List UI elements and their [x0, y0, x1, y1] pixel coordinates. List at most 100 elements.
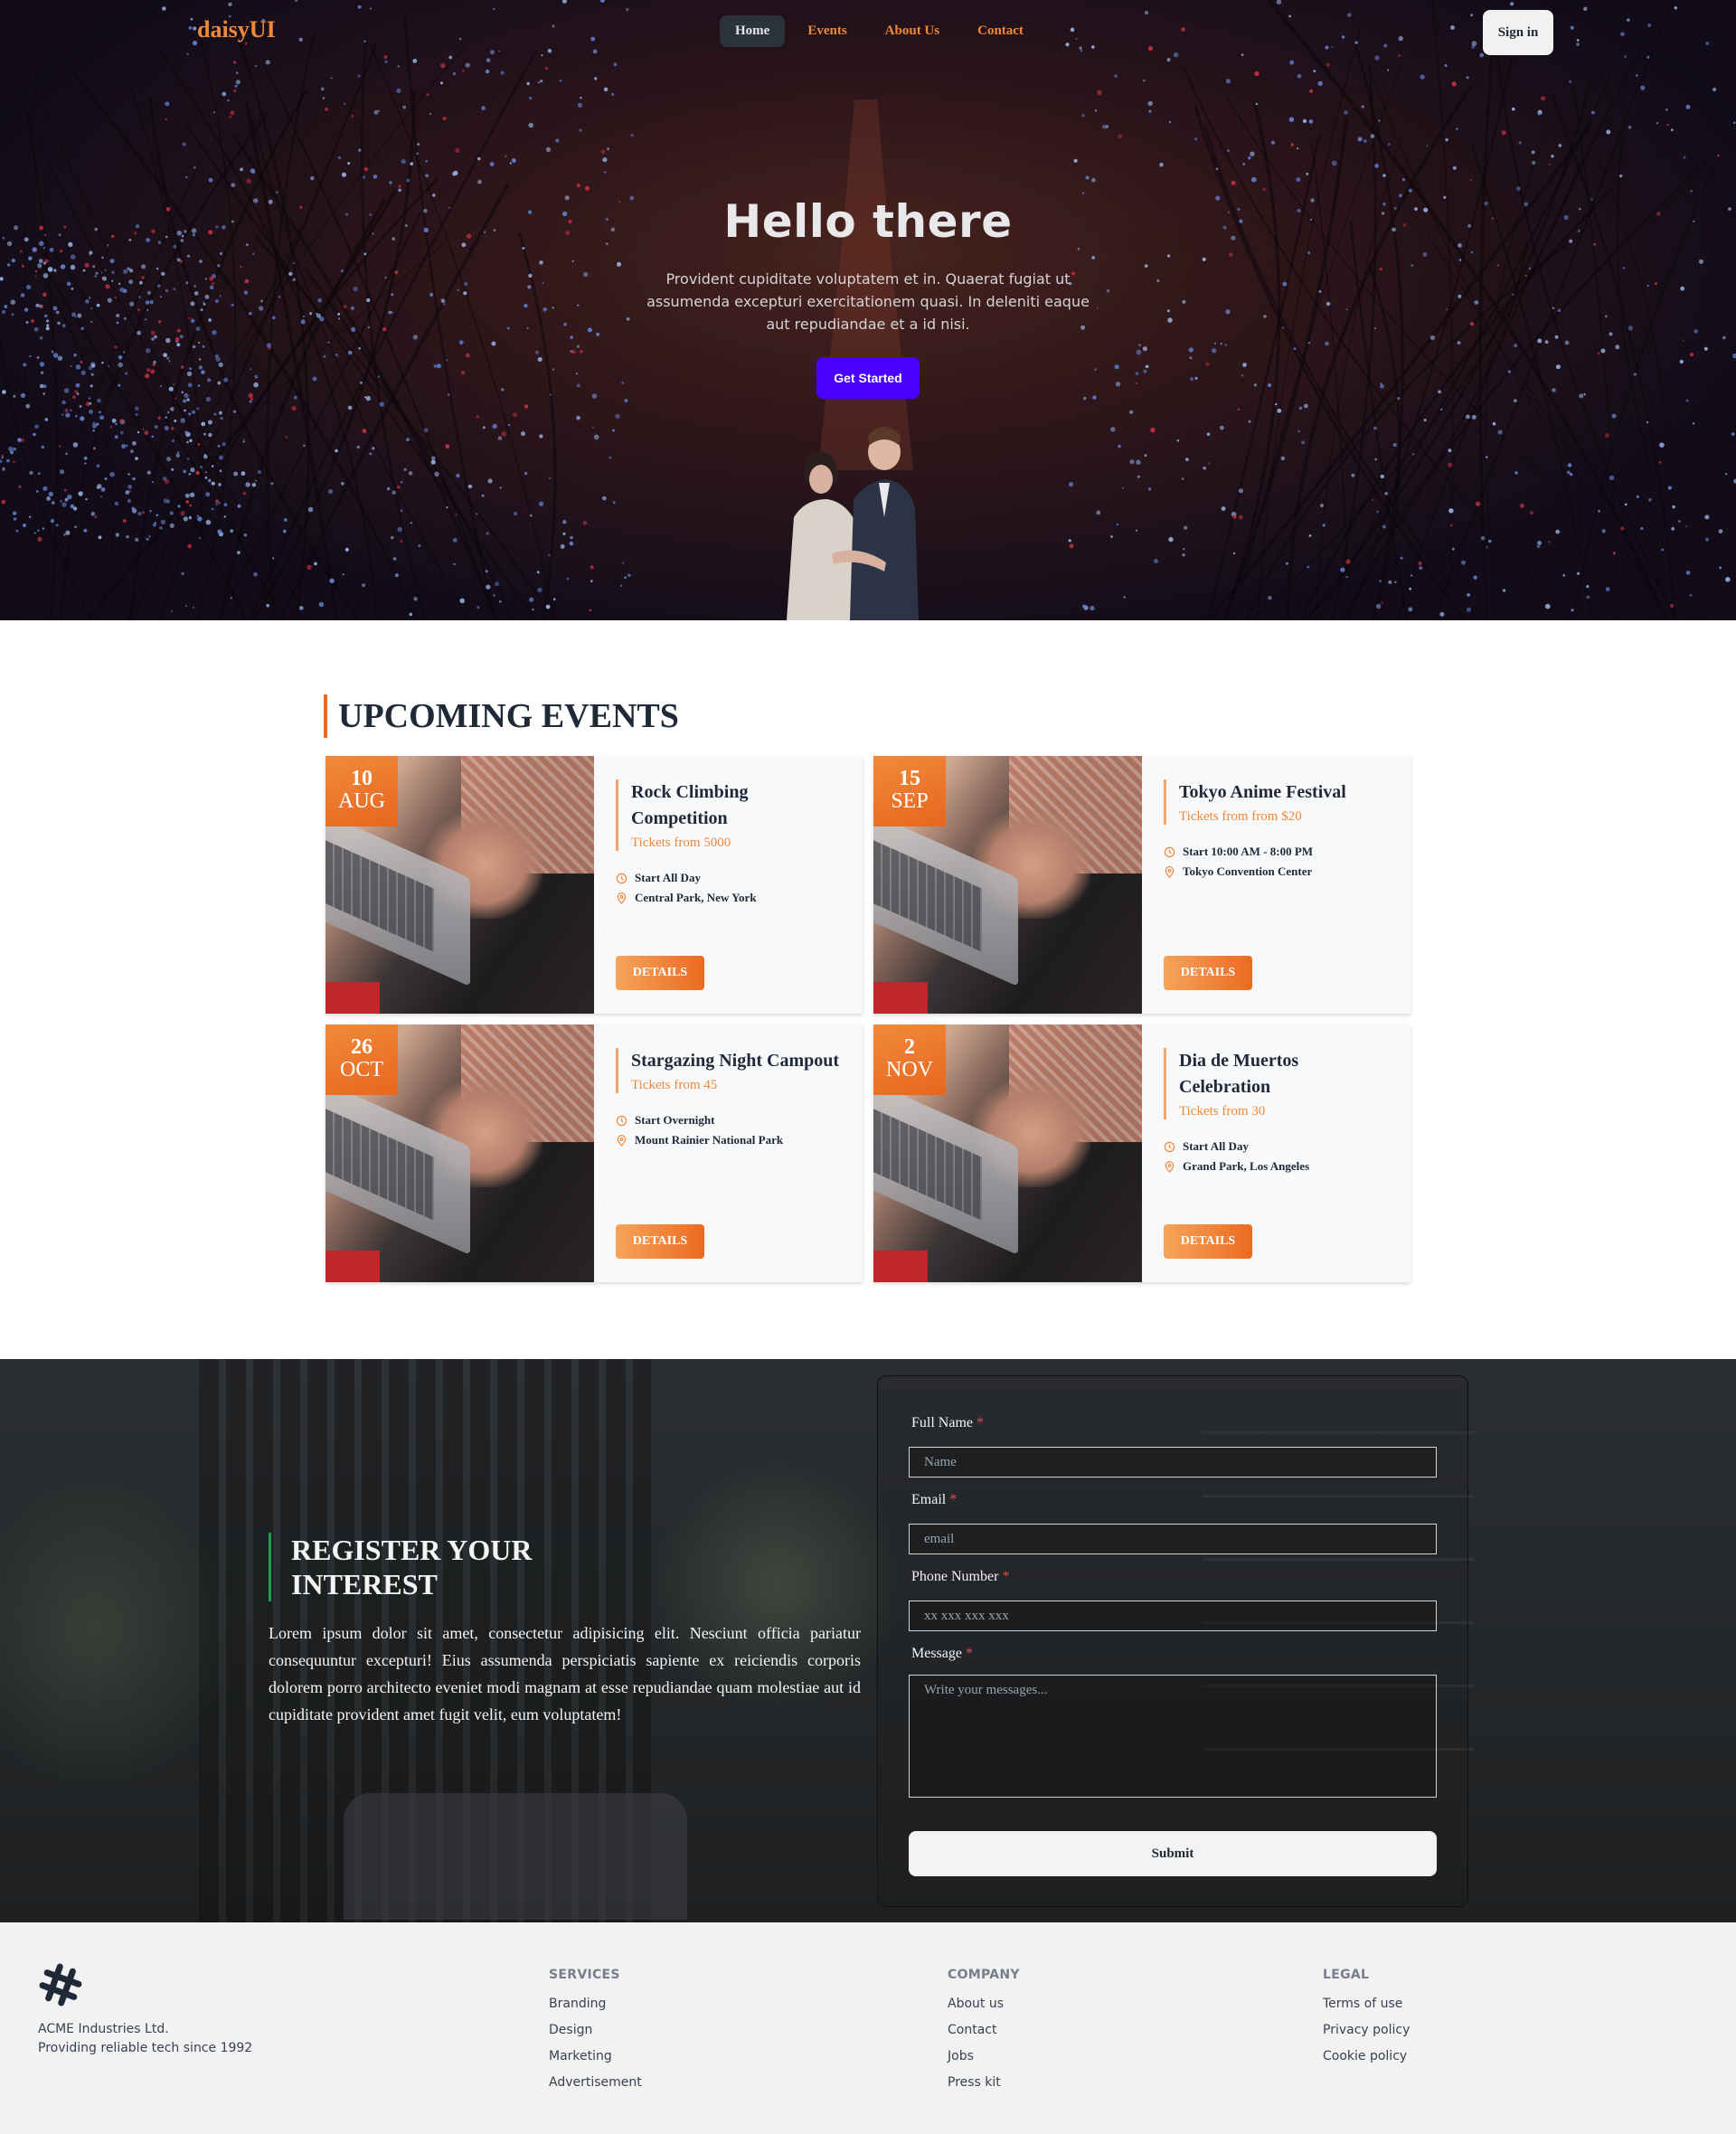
event-month: SEP	[891, 789, 929, 813]
event-location: Mount Rainier National Park	[635, 1133, 784, 1147]
footer-company-title: COMPANY	[948, 1968, 1020, 1982]
event-card: 2 NOV Dia de Muertos Celebration Tickets…	[873, 1025, 1410, 1282]
full-name-input[interactable]	[909, 1447, 1437, 1478]
nav-home-link[interactable]: Home	[720, 15, 786, 47]
nav-contact-link[interactable]: Contact	[962, 15, 1039, 47]
event-details-button[interactable]: DETAILS	[616, 1224, 704, 1259]
clock-icon	[1164, 1141, 1175, 1152]
footer-link-contact[interactable]: Contact	[948, 2021, 1020, 2039]
event-month: AUG	[338, 789, 385, 813]
get-started-button[interactable]: Get Started	[816, 357, 920, 399]
event-title: Dia de Muertos Celebration	[1179, 1051, 1299, 1097]
footer-legal-title: LEGAL	[1323, 1968, 1370, 1982]
event-body: Stargazing Night Campout Tickets from 45…	[594, 1025, 863, 1282]
footer-services-column: SERVICES Branding Design Marketing Adver…	[549, 1968, 642, 2100]
event-time: Start All Day	[635, 871, 701, 884]
message-textarea[interactable]	[909, 1675, 1437, 1798]
register-description: Lorem ipsum dolor sit amet, consectetur …	[269, 1624, 861, 1723]
event-location: Tokyo Convention Center	[1183, 864, 1313, 878]
top-navbar: daisyUI Home Events About Us Contact Sig…	[0, 0, 1736, 63]
event-time: Start All Day	[1183, 1139, 1249, 1153]
event-title: Rock Climbing Competition	[631, 782, 749, 828]
event-time: Start Overnight	[635, 1113, 715, 1127]
email-input[interactable]	[909, 1524, 1437, 1554]
clock-icon	[616, 1115, 627, 1126]
event-day: 2	[904, 1035, 915, 1059]
phone-label: Phone Number *	[911, 1569, 1010, 1584]
event-location: Grand Park, Los Angeles	[1183, 1159, 1310, 1173]
event-image: 15 SEP	[873, 756, 1142, 1014]
hero-description: Provident cupiditate voluptatem et in. Q…	[646, 270, 1090, 333]
footer-link-design[interactable]: Design	[549, 2021, 642, 2039]
event-body: Dia de Muertos Celebration Tickets from …	[1142, 1025, 1410, 1282]
event-body: Rock Climbing Competition Tickets from 5…	[594, 756, 863, 1014]
event-month: OCT	[340, 1058, 383, 1081]
location-pin-icon	[1165, 865, 1175, 878]
location-pin-icon	[617, 892, 627, 904]
event-image: 2 NOV	[873, 1025, 1142, 1282]
submit-button[interactable]: Submit	[909, 1831, 1437, 1876]
sign-in-button[interactable]: Sign in	[1483, 10, 1553, 55]
register-title: REGISTER YOUR INTEREST	[269, 1533, 558, 1601]
footer-link-about[interactable]: About us	[948, 1995, 1020, 2013]
email-label: Email *	[911, 1492, 958, 1507]
phone-input[interactable]	[909, 1600, 1437, 1631]
event-card: 10 AUG Rock Climbing Competition Tickets…	[326, 756, 863, 1014]
hero-section: daisyUI Home Events About Us Contact Sig…	[0, 0, 1736, 620]
footer-company-info: ACME Industries Ltd. Providing reliable …	[38, 2020, 252, 2058]
event-date-badge: 15 SEP	[873, 756, 946, 826]
full-name-label: Full Name *	[911, 1415, 984, 1431]
register-section: REGISTER YOUR INTEREST Lorem ipsum dolor…	[0, 1359, 1736, 1922]
hero-content: Hello there Provident cupiditate volupta…	[642, 195, 1094, 399]
event-title: Stargazing Night Campout	[631, 1051, 840, 1071]
event-location: Central Park, New York	[635, 891, 757, 904]
event-month: NOV	[886, 1058, 933, 1081]
footer-link-advertisement[interactable]: Advertisement	[549, 2073, 642, 2092]
events-grid: 10 AUG Rock Climbing Competition Tickets…	[326, 756, 1410, 1282]
event-date-badge: 2 NOV	[873, 1025, 946, 1095]
event-title: Tokyo Anime Festival	[1179, 782, 1346, 802]
event-card: 15 SEP Tokyo Anime Festival Tickets from…	[873, 756, 1410, 1014]
main-menu: Home Events About Us Contact	[720, 15, 1039, 47]
footer-link-jobs[interactable]: Jobs	[948, 2047, 1020, 2065]
footer-link-terms[interactable]: Terms of use	[1323, 1995, 1410, 2013]
event-details-button[interactable]: DETAILS	[616, 956, 704, 990]
event-card: 26 OCT Stargazing Night Campout Tickets …	[326, 1025, 863, 1282]
register-form: Full Name* Email* Phone Number* Message*…	[877, 1375, 1468, 1907]
site-footer: ACME Industries Ltd. Providing reliable …	[0, 1922, 1736, 2134]
footer-services-title: SERVICES	[549, 1968, 620, 1982]
event-price: Tickets from 30	[1179, 1104, 1266, 1119]
footer-link-branding[interactable]: Branding	[549, 1995, 642, 2013]
hero-title: Hello there	[723, 195, 1013, 248]
event-image: 10 AUG	[326, 756, 594, 1014]
brand-logo[interactable]: daisyUI	[197, 16, 276, 43]
event-date-badge: 10 AUG	[326, 756, 398, 826]
events-section-title: UPCOMING EVENTS	[324, 694, 679, 738]
event-details-button[interactable]: DETAILS	[1164, 1224, 1252, 1259]
location-pin-icon	[1165, 1160, 1175, 1173]
hashtag-logo-icon	[39, 1963, 82, 2007]
event-body: Tokyo Anime Festival Tickets from from $…	[1142, 756, 1410, 1014]
event-day: 15	[899, 767, 920, 790]
location-pin-icon	[617, 1134, 627, 1147]
hero-couple-image	[787, 427, 919, 620]
message-label: Message *	[911, 1646, 973, 1661]
nav-events-link[interactable]: Events	[792, 15, 862, 47]
event-details-button[interactable]: DETAILS	[1164, 956, 1252, 990]
event-price: Tickets from 5000	[631, 836, 731, 850]
footer-company-name: ACME Industries Ltd.	[38, 2022, 169, 2036]
footer-link-press-kit[interactable]: Press kit	[948, 2073, 1020, 2092]
footer-link-privacy[interactable]: Privacy policy	[1323, 2021, 1410, 2039]
clock-icon	[1164, 846, 1175, 857]
event-image: 26 OCT	[326, 1025, 594, 1282]
footer-legal-column: LEGAL Terms of use Privacy policy Cookie…	[1323, 1968, 1410, 2073]
event-date-badge: 26 OCT	[326, 1025, 398, 1095]
footer-link-cookie[interactable]: Cookie policy	[1323, 2047, 1410, 2065]
event-time: Start 10:00 AM - 8:00 PM	[1183, 845, 1314, 858]
event-day: 26	[351, 1035, 373, 1059]
event-price: Tickets from from $20	[1179, 809, 1302, 824]
footer-link-marketing[interactable]: Marketing	[549, 2047, 642, 2065]
nav-about-link[interactable]: About Us	[870, 15, 955, 47]
footer-company-column: COMPANY About us Contact Jobs Press kit	[948, 1968, 1020, 2100]
clock-icon	[616, 873, 627, 883]
